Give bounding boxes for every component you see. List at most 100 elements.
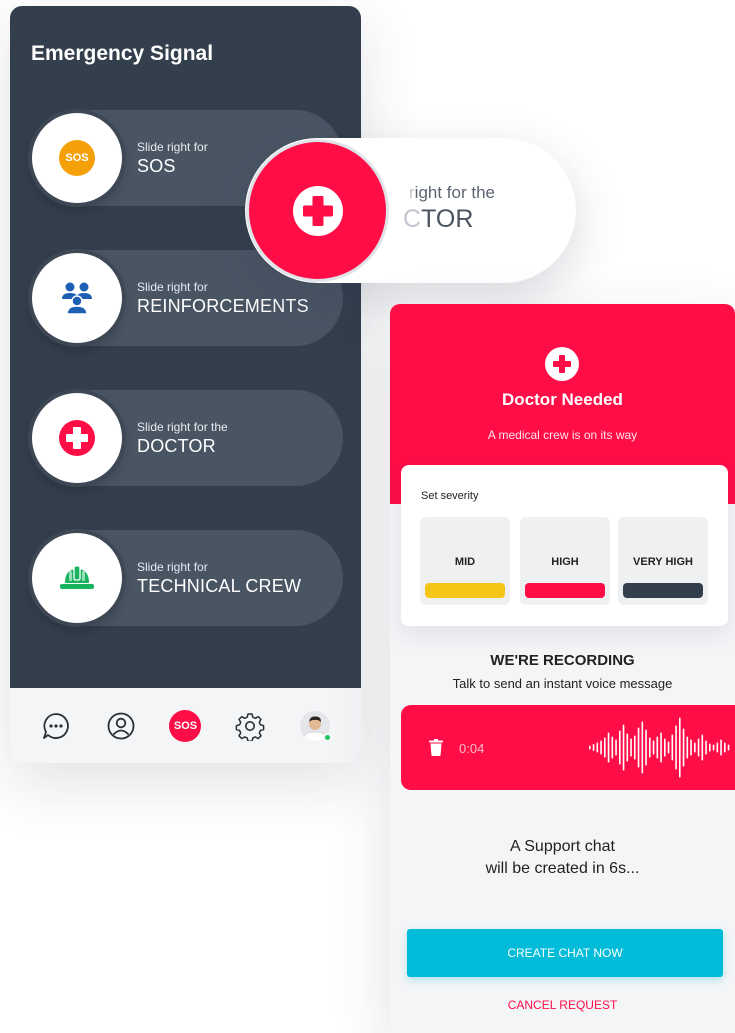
severity-card: Set severity MID HIGH VERY HIGH xyxy=(401,465,728,626)
waveform-bar xyxy=(652,740,655,755)
waveform-bar xyxy=(645,729,647,766)
waveform-bar xyxy=(649,737,651,758)
zoomed-slider-label: CTOR xyxy=(403,205,495,234)
waveform-bar xyxy=(637,727,640,768)
group-icon xyxy=(62,282,92,315)
request-title: Doctor Needed xyxy=(502,390,623,409)
support-chat-message: A Support chat will be created in 6s... xyxy=(390,836,735,881)
slider-prefix: Slide right for xyxy=(137,560,208,574)
waveform-bar xyxy=(630,738,632,757)
online-status-dot xyxy=(322,732,332,742)
technical-crew-slider[interactable]: Slide right for TECHNICAL CREW xyxy=(29,530,343,626)
severity-option-very-high[interactable]: VERY HIGH xyxy=(618,517,708,605)
recording-subtitle: Talk to send an instant voice message xyxy=(452,676,673,691)
slider-prefix: Slide right for xyxy=(137,280,208,294)
zoomed-slider-prefix: right for the xyxy=(409,183,495,203)
waveform-bar xyxy=(667,741,670,754)
bottom-nav: SOS xyxy=(10,688,361,763)
support-message-line1: A Support chat xyxy=(510,838,615,855)
medical-cross-icon xyxy=(59,420,95,456)
waveform-bar xyxy=(641,721,644,774)
waveform-bar xyxy=(701,734,704,761)
sos-slider-knob[interactable]: SOS xyxy=(32,113,122,203)
trash-icon[interactable] xyxy=(429,739,443,756)
medical-cross-icon xyxy=(545,347,579,381)
slider-prefix: Slide right for the xyxy=(137,420,228,434)
zoomed-prefix-text: ight for the xyxy=(414,183,495,202)
waveform-bar xyxy=(615,739,617,756)
page-title: Emergency Signal xyxy=(31,42,214,65)
severity-option-label: VERY HIGH xyxy=(633,556,693,569)
severity-option-high[interactable]: HIGH xyxy=(520,517,610,605)
technical-crew-slider-knob[interactable] xyxy=(32,533,122,623)
waveform-graphic xyxy=(589,717,730,778)
emergency-signal-panel: Emergency Signal SOS Slide right for SOS xyxy=(10,6,361,763)
doctor-slider-knob[interactable] xyxy=(32,393,122,483)
waveform-bar xyxy=(604,737,606,758)
waveform-bar xyxy=(682,728,685,767)
doctor-slider[interactable]: Slide right for the DOCTOR xyxy=(29,390,343,486)
waveform-bar xyxy=(679,717,681,778)
waveform-bar xyxy=(675,725,677,770)
reinforcements-slider-knob[interactable] xyxy=(32,253,122,343)
recording-title: WE'RE RECORDING xyxy=(490,652,635,669)
recording-time: 0:04 xyxy=(459,741,485,756)
chat-icon xyxy=(43,712,70,739)
support-message-line2: will be created in 6s... xyxy=(485,860,640,878)
emergency-panel-body: Emergency Signal SOS Slide right for SOS xyxy=(10,6,361,688)
waveform-bar xyxy=(664,738,666,757)
waveform-bar xyxy=(727,744,730,751)
waveform-bar xyxy=(716,742,719,753)
severity-color-bar xyxy=(623,583,703,598)
waveform-bar xyxy=(686,736,689,759)
waveform-bar xyxy=(619,730,621,765)
zoomed-label-faded: C xyxy=(403,205,422,233)
settings-icon xyxy=(235,712,265,741)
voice-message-bar: 0:04 xyxy=(401,705,735,790)
severity-color-bar xyxy=(425,583,505,598)
slider-label: TECHNICAL CREW xyxy=(137,576,302,596)
nav-settings[interactable] xyxy=(232,708,268,744)
waveform-bar xyxy=(705,740,707,755)
severity-option-label: MID xyxy=(454,556,476,569)
waveform-bar xyxy=(600,740,602,755)
waveform-bar xyxy=(697,738,700,757)
cross-glyph xyxy=(553,355,571,373)
waveform-bar xyxy=(656,736,659,759)
doctor-request-panel: Doctor Needed A medical crew is on its w… xyxy=(390,304,735,1033)
slider-label: REINFORCEMENTS xyxy=(137,296,309,316)
nav-avatar[interactable] xyxy=(297,708,333,744)
waveform-bar xyxy=(671,734,674,761)
slider-label: DOCTOR xyxy=(137,436,216,456)
slider-label: SOS xyxy=(137,156,176,176)
severity-option-label: HIGH xyxy=(551,556,579,569)
request-subtitle: A medical crew is on its way xyxy=(487,428,638,442)
waveform-bar xyxy=(607,732,610,763)
zoomed-doctor-knob[interactable] xyxy=(249,142,386,279)
sos-button[interactable]: SOS xyxy=(169,709,202,742)
zoomed-doctor-slider[interactable]: right for the CTOR xyxy=(245,138,576,283)
nav-sos[interactable]: SOS xyxy=(167,708,203,744)
waveform-bar xyxy=(724,742,726,753)
waveform-bar xyxy=(634,735,636,760)
slider-prefix: Slide right for xyxy=(137,140,208,154)
waveform-bar xyxy=(720,739,722,756)
waveform-bar xyxy=(589,745,591,750)
zoomed-label-text: TOR xyxy=(421,205,474,233)
profile-icon xyxy=(107,712,135,739)
waveform-bar xyxy=(611,736,614,759)
severity-option-mid[interactable]: MID xyxy=(420,517,510,605)
nav-chat[interactable] xyxy=(38,708,74,744)
waveform-bar xyxy=(622,724,625,771)
waveform-bar xyxy=(709,743,711,752)
waveform-bar xyxy=(694,742,696,753)
severity-color-bar xyxy=(525,583,605,598)
avatar[interactable] xyxy=(299,710,332,742)
waveform-bar xyxy=(592,744,595,751)
hard-hat-icon xyxy=(60,565,94,589)
nav-profile[interactable] xyxy=(103,708,139,744)
cancel-request-link[interactable]: CANCEL REQUEST xyxy=(390,998,735,1012)
create-chat-button[interactable]: CREATE CHAT NOW xyxy=(407,929,723,977)
sos-icon-text: SOS xyxy=(65,152,89,164)
waveform-bar xyxy=(690,739,692,756)
